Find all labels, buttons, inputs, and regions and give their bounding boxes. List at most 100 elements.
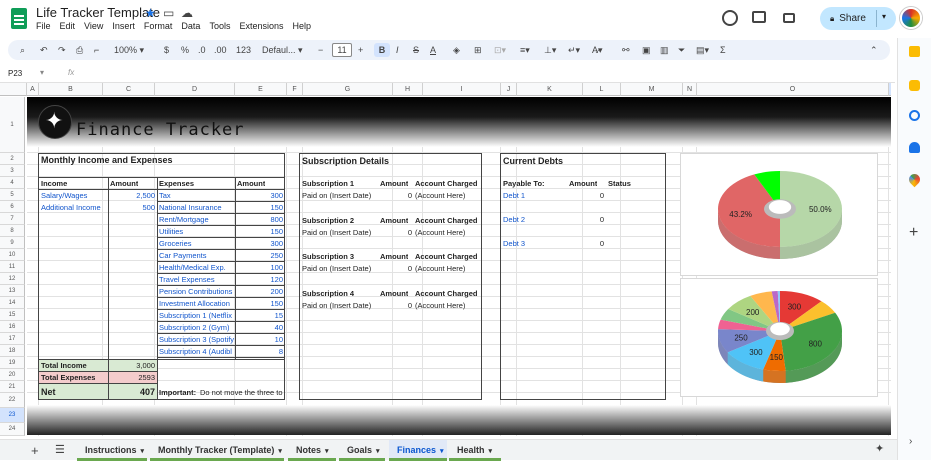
sheet-tab[interactable]: Goals ▾: [339, 440, 385, 461]
expense-name-cell[interactable]: National Insurance: [159, 202, 235, 214]
borders-icon[interactable]: ⊞: [474, 43, 482, 57]
row-header[interactable]: 19: [0, 357, 25, 369]
menu-help[interactable]: Help: [292, 21, 311, 31]
undo-icon[interactable]: ↶: [40, 43, 48, 57]
collapse-toolbar-icon[interactable]: ⌃: [870, 43, 878, 57]
sheet-tab[interactable]: Monthly Tracker (Template) ▾: [150, 440, 284, 461]
increase-decimal-button[interactable]: .00: [214, 43, 227, 57]
share-dropdown-icon[interactable]: ▾: [882, 12, 886, 21]
income-expense-pie-chart[interactable]: 50.0% 43.2%: [680, 153, 878, 276]
expense-amount-cell[interactable]: 100: [236, 262, 283, 274]
search-menus-icon[interactable]: ⌕: [20, 43, 25, 57]
formula-input[interactable]: [85, 68, 885, 80]
income-name-cell[interactable]: Salary/Wages: [41, 190, 107, 202]
expense-name-cell[interactable]: Subscription 3 (Spotify: [159, 334, 235, 346]
column-header[interactable]: G: [303, 83, 393, 96]
font-size-decrease-button[interactable]: −: [318, 43, 323, 57]
currency-format-button[interactable]: $: [164, 43, 169, 57]
column-header[interactable]: N: [683, 83, 697, 96]
comments-icon[interactable]: [752, 11, 766, 23]
column-header[interactable]: E: [235, 83, 287, 96]
expense-name-cell[interactable]: Utilities: [159, 226, 235, 238]
vertical-align-icon[interactable]: ⊥▾: [544, 43, 556, 57]
expense-name-cell[interactable]: Travel Expenses: [159, 274, 235, 286]
column-header[interactable]: I: [423, 83, 501, 96]
calendar-icon[interactable]: [909, 46, 920, 57]
row-header[interactable]: 22: [0, 393, 25, 408]
paint-format-icon[interactable]: ⌐: [94, 43, 99, 57]
select-all-corner[interactable]: [0, 83, 27, 96]
expense-name-cell[interactable]: Rent/Mortgage: [159, 214, 235, 226]
row-header[interactable]: 9: [0, 237, 25, 249]
column-header[interactable]: C: [103, 83, 155, 96]
font-size-input[interactable]: 11: [332, 43, 352, 57]
insert-comment-icon[interactable]: ▣: [642, 43, 651, 57]
expense-name-cell[interactable]: Groceries: [159, 238, 235, 250]
expense-breakdown-pie-chart[interactable]: 300 800 150 300 250 200: [680, 278, 878, 397]
text-wrapping-icon[interactable]: ↵▾: [568, 43, 580, 57]
column-header[interactable]: M: [621, 83, 683, 96]
text-color-button[interactable]: A: [430, 43, 436, 57]
net-value[interactable]: 407: [109, 386, 155, 398]
show-side-panel-icon[interactable]: ›: [909, 436, 912, 447]
column-header[interactable]: L: [583, 83, 621, 96]
subscription-account[interactable]: (Account Here): [415, 190, 465, 202]
subscription-amount[interactable]: 0: [378, 300, 412, 312]
menu-tools[interactable]: Tools: [209, 21, 230, 31]
expense-amount-cell[interactable]: 8: [236, 346, 283, 358]
sheet-tab[interactable]: Notes ▾: [288, 440, 336, 461]
strikethrough-button[interactable]: S: [413, 43, 419, 57]
add-sheet-icon[interactable]: +: [31, 443, 39, 458]
row-header[interactable]: 5: [0, 189, 25, 201]
expense-name-cell[interactable]: Subscription 4 (Audibl: [159, 346, 235, 358]
filter-icon[interactable]: ⏷: [678, 43, 685, 57]
menu-data[interactable]: Data: [181, 21, 200, 31]
column-header[interactable]: H: [393, 83, 423, 96]
row-header[interactable]: 10: [0, 249, 25, 261]
expense-amount-cell[interactable]: 200: [236, 286, 283, 298]
horizontal-align-icon[interactable]: ≡▾: [520, 43, 530, 57]
row-header[interactable]: 24: [0, 423, 25, 436]
column-header[interactable]: A: [27, 83, 39, 96]
expense-name-cell[interactable]: Subscription 1 (Netflix: [159, 310, 235, 322]
subscription-account[interactable]: (Account Here): [415, 263, 465, 275]
zoom-select[interactable]: 100% ▾: [114, 43, 144, 57]
menu-extensions[interactable]: Extensions: [239, 21, 283, 31]
sheets-logo-icon[interactable]: [11, 8, 27, 29]
debt-name-cell[interactable]: Debt 3: [503, 238, 525, 250]
row-header[interactable]: 2: [0, 153, 25, 165]
debt-name-cell[interactable]: Debt 1: [503, 190, 525, 202]
font-select[interactable]: Defaul... ▾: [262, 43, 303, 57]
menu-edit[interactable]: Edit: [60, 21, 76, 31]
subscription-paid-date[interactable]: Paid on (Insert Date): [302, 190, 371, 202]
subscription-paid-date[interactable]: Paid on (Insert Date): [302, 227, 371, 239]
expense-name-cell[interactable]: Subscription 2 (Gym): [159, 322, 235, 334]
sheet-tab[interactable]: Finances ▾: [389, 440, 447, 461]
expense-name-cell[interactable]: Investment Allocation: [159, 298, 235, 310]
column-header[interactable]: J: [501, 83, 517, 96]
row-header[interactable]: 6: [0, 201, 25, 213]
insert-link-icon[interactable]: ⚯: [622, 43, 630, 57]
all-sheets-icon[interactable]: ☰: [55, 443, 65, 456]
row-header[interactable]: 15: [0, 309, 25, 321]
column-header[interactable]: O: [697, 83, 889, 96]
row-header[interactable]: 21: [0, 381, 25, 393]
row-header[interactable]: 23: [0, 408, 25, 423]
menu-view[interactable]: View: [84, 21, 103, 31]
merge-cells-icon[interactable]: ⊡▾: [494, 43, 506, 57]
subscription-account[interactable]: (Account Here): [415, 300, 465, 312]
star-icon[interactable]: ★: [145, 6, 156, 20]
income-amount-cell[interactable]: 500: [109, 202, 155, 214]
expense-amount-cell[interactable]: 800: [236, 214, 283, 226]
column-header[interactable]: F: [287, 83, 303, 96]
name-box-dropdown-icon[interactable]: ▾: [40, 68, 44, 77]
cloud-status-icon[interactable]: ☁: [181, 6, 193, 20]
row-header[interactable]: 14: [0, 297, 25, 309]
bold-button[interactable]: B: [374, 43, 390, 57]
tasks-icon[interactable]: [909, 110, 920, 121]
expense-amount-cell[interactable]: 15: [236, 310, 283, 322]
tab-menu-icon[interactable]: ▾: [141, 448, 145, 455]
spreadsheet-grid[interactable]: ABCDEFGHIJKLMNOP 12345678910111213141516…: [0, 83, 891, 436]
income-name-cell[interactable]: Additional Income: [41, 202, 107, 214]
menu-file[interactable]: File: [36, 21, 51, 31]
